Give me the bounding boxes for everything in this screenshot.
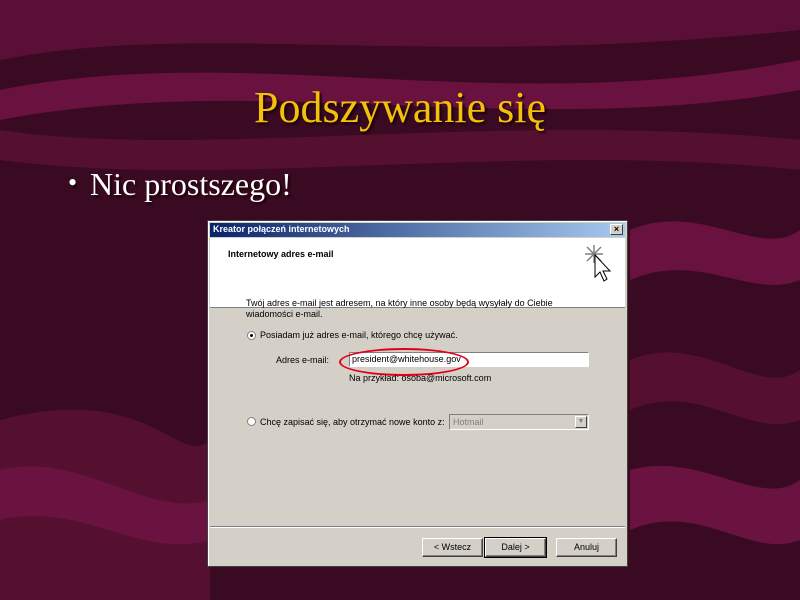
dialog-titlebar[interactable]: Kreator połączeń internetowych × [210,223,625,237]
wizard-dialog: Kreator połączeń internetowych × Interne… [207,220,628,567]
slide-title: Podszywanie się [253,83,547,132]
new-account-label[interactable]: Chcę zapisać się, aby otrzymać nowe kont… [260,417,445,427]
next-button[interactable]: Dalej > [484,537,547,558]
wizard-cursor-icon [585,245,612,282]
chevron-down-icon[interactable]: ▼ [575,416,587,428]
page-title: Internetowy adres e-mail [228,249,334,259]
bullet-icon: • [68,168,78,197]
cancel-button[interactable]: Anuluj [556,538,617,557]
email-field-label: Adres e-mail: [276,355,330,365]
provider-select-value: Hotmail [453,417,484,427]
new-account-radio[interactable] [247,417,256,426]
dialog-title: Kreator połączeń internetowych [213,224,350,234]
close-icon[interactable]: × [610,224,623,235]
existing-email-label[interactable]: Posiadam już adres e-mail, którego chcę … [260,330,458,340]
provider-select[interactable]: Hotmail ▼ [449,414,589,430]
bullet-text: Nic prostszego! [90,166,292,202]
email-field[interactable]: president@whitehouse.gov [349,352,589,367]
example-hint: Na przykład: osoba@microsoft.com [349,373,492,383]
existing-email-radio[interactable] [247,331,256,340]
back-button[interactable]: < Wstecz [422,538,483,557]
description-text: Twój adres e-mail jest adresem, na który… [246,298,553,319]
button-divider [210,526,625,528]
bullet-item: • Nic prostszego! [68,166,292,203]
